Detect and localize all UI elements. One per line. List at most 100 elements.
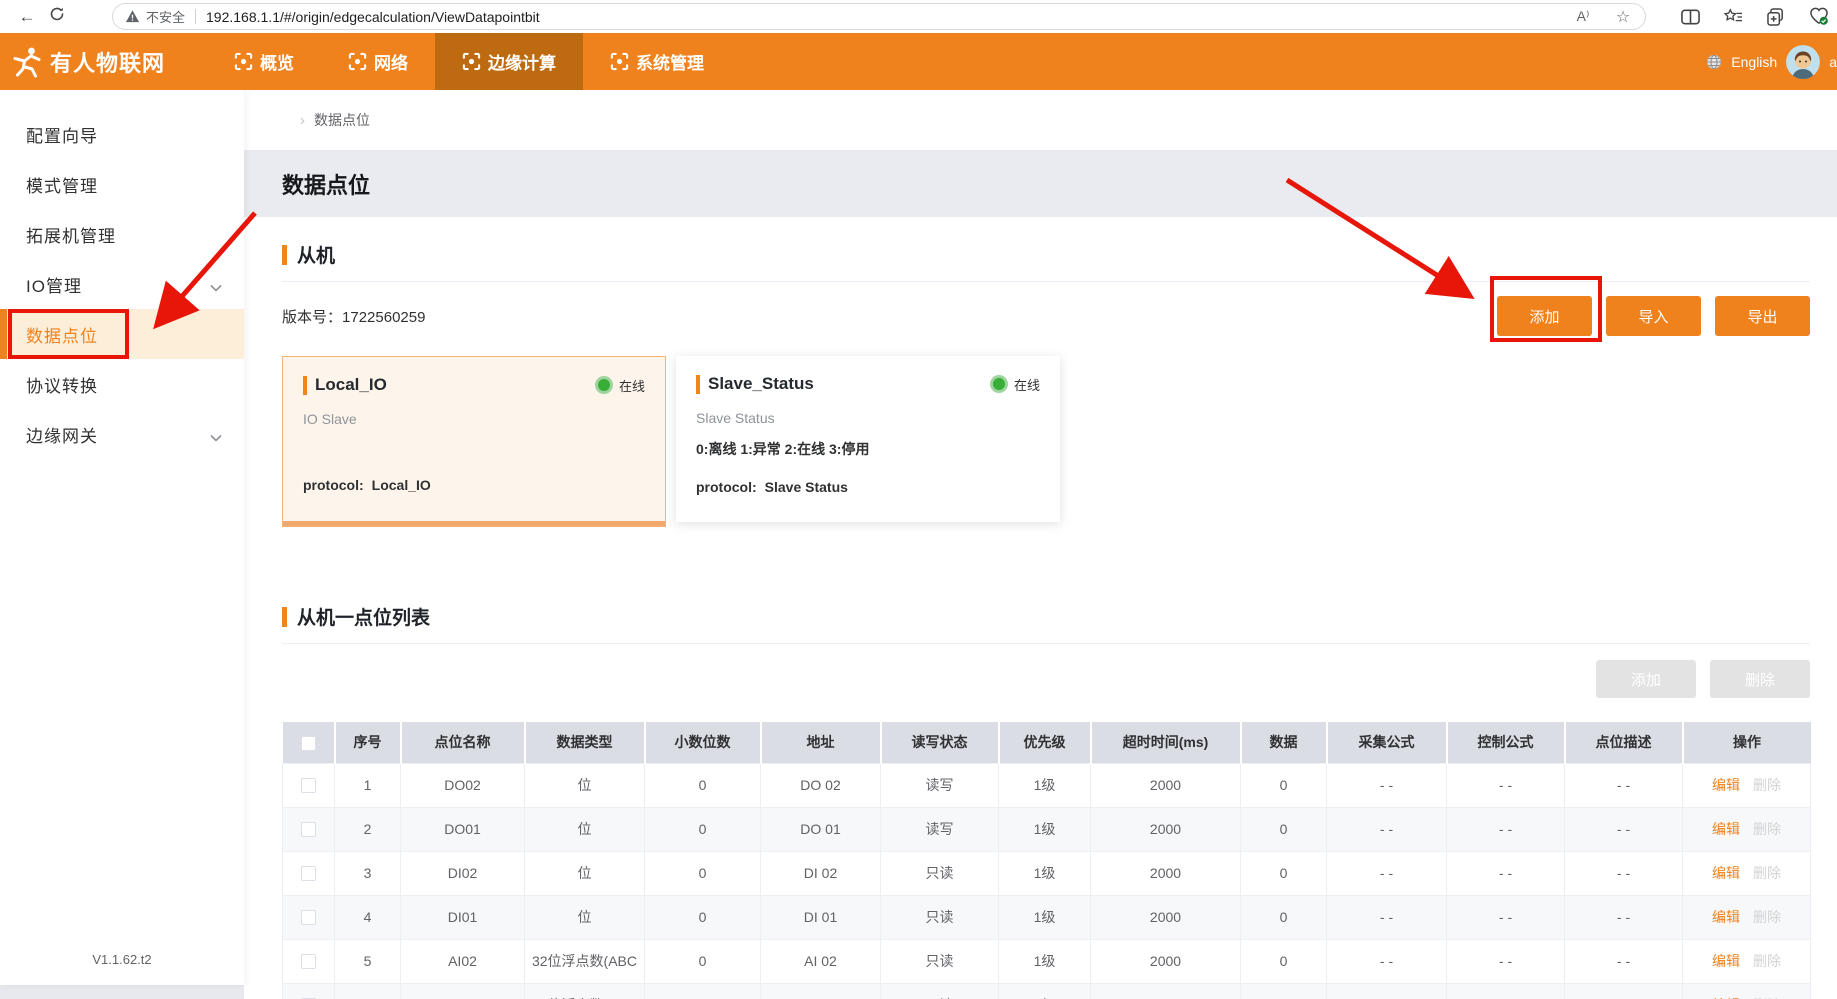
favorite-star-icon[interactable]: ☆ — [1613, 7, 1633, 27]
row-checkbox[interactable] — [301, 954, 316, 969]
sidebar-item-5[interactable]: 协议转换 — [0, 359, 244, 409]
brand-logo-icon — [10, 45, 44, 79]
brand-name: 有人物联网 — [50, 46, 165, 78]
delete-link[interactable]: 删除 — [1753, 821, 1781, 837]
table-cell: 只读 — [881, 939, 999, 983]
breadcrumb-item[interactable]: 数据点位 — [314, 110, 370, 130]
site-security[interactable]: 不安全 — [125, 7, 185, 26]
collections-add-icon[interactable] — [1766, 7, 1786, 27]
slave-card-local-io[interactable]: Local_IO 在线 IO Slave protocol:Local_IO — [282, 356, 666, 527]
browser-back-icon[interactable]: ← — [12, 7, 42, 27]
table-cell: 只读 — [881, 851, 999, 895]
table-cell: - - — [1447, 895, 1565, 939]
edit-link[interactable]: 编辑 — [1712, 865, 1740, 881]
point-add-button-disabled[interactable]: 添加 — [1596, 660, 1696, 698]
scan-icon — [348, 52, 367, 71]
table-cell: 0 — [1241, 851, 1327, 895]
sidebar-footer-strip — [0, 985, 244, 999]
security-label: 不安全 — [146, 7, 185, 26]
sidebar-menu: 配置向导模式管理拓展机管理IO管理数据点位协议转换边缘网关 — [0, 90, 244, 459]
edit-link[interactable]: 编辑 — [1712, 909, 1740, 925]
chevron-right-icon: › — [300, 112, 305, 129]
nav-tabs: 概览网络边缘计算系统管理 — [207, 33, 731, 90]
url-text[interactable]: 192.168.1.1/#/origin/edgecalculation/Vie… — [206, 9, 1573, 25]
favorites-bar-icon[interactable] — [1723, 7, 1743, 27]
table-cell: - - — [1447, 807, 1565, 851]
actions-cell: 编辑删除 — [1683, 983, 1811, 999]
sidebar-item-6[interactable]: 边缘网关 — [0, 409, 244, 459]
slave-card-slave-status[interactable]: Slave_Status 在线 Slave Status 0:离线 1:异常 2… — [676, 356, 1060, 522]
slave-add-button[interactable]: 添加 — [1497, 296, 1592, 336]
edit-link[interactable]: 编辑 — [1712, 821, 1740, 837]
nav-tab-2[interactable]: 边缘计算 — [435, 33, 583, 90]
slave-section-title: 从机 — [297, 241, 335, 268]
sidebar-item-3[interactable]: IO管理 — [0, 259, 244, 309]
table-cell: - - — [1447, 763, 1565, 807]
actions-cell: 编辑删除 — [1683, 895, 1811, 939]
table-cell: 5 — [335, 939, 401, 983]
table-cell: 1 — [335, 763, 401, 807]
chevron-down-icon — [210, 427, 222, 447]
table-cell: 位 — [525, 851, 645, 895]
slave-range — [303, 440, 645, 457]
sidebar-item-0[interactable]: 配置向导 — [0, 109, 244, 159]
row-checkbox[interactable] — [301, 778, 316, 793]
row-checkbox[interactable] — [301, 910, 316, 925]
sidebar-item-1[interactable]: 模式管理 — [0, 159, 244, 209]
brand[interactable]: 有人物联网 — [10, 45, 165, 79]
row-checkbox[interactable] — [301, 866, 316, 881]
edit-link[interactable]: 编辑 — [1712, 777, 1740, 793]
sidebar-item-4[interactable]: 数据点位 — [0, 309, 244, 359]
language-switch[interactable]: English — [1731, 54, 1777, 70]
scan-icon — [462, 52, 481, 71]
split-screen-icon[interactable] — [1680, 7, 1700, 27]
table-cell: DI02 — [401, 851, 525, 895]
warning-icon — [125, 9, 140, 24]
table-cell: 0 — [645, 983, 761, 999]
nav-tab-3[interactable]: 系统管理 — [583, 33, 731, 90]
table-cell: 读写 — [881, 763, 999, 807]
table-cell: AI 01 — [761, 983, 881, 999]
table-cell: 0 — [1241, 895, 1327, 939]
table-cell: 0 — [645, 939, 761, 983]
table-cell: - - — [1327, 763, 1447, 807]
slave-export-button[interactable]: 导出 — [1715, 296, 1810, 336]
column-header-5: 读写状态 — [881, 722, 999, 763]
table-cell: DO 01 — [761, 807, 881, 851]
point-delete-button-disabled[interactable]: 删除 — [1710, 660, 1810, 698]
row-checkbox[interactable] — [301, 822, 316, 837]
browser-essentials-icon[interactable] — [1809, 7, 1829, 27]
slave-range: 0:离线 1:异常 2:在线 3:停用 — [696, 439, 1040, 459]
nav-tab-0[interactable]: 概览 — [207, 33, 321, 90]
nav-tab-1[interactable]: 网络 — [321, 33, 435, 90]
address-bar[interactable]: 不安全 192.168.1.1/#/origin/edgecalculation… — [112, 3, 1646, 30]
table-cell: - - — [1327, 983, 1447, 999]
card-bar — [303, 376, 307, 395]
column-header-12: 操作 — [1683, 722, 1811, 763]
column-header-9: 采集公式 — [1327, 722, 1447, 763]
delete-link[interactable]: 删除 — [1753, 865, 1781, 881]
table-cell: 1级 — [999, 763, 1091, 807]
column-header-0: 序号 — [335, 722, 401, 763]
select-all-checkbox[interactable] — [301, 736, 316, 751]
read-aloud-icon[interactable]: A⁾ — [1573, 7, 1593, 27]
delete-link[interactable]: 删除 — [1753, 909, 1781, 925]
table-cell: 2000 — [1091, 983, 1241, 999]
avatar[interactable] — [1786, 45, 1820, 79]
table-cell: 0 — [645, 807, 761, 851]
table-cell: 0 — [645, 763, 761, 807]
main-content: › 数据点位 数据点位 从机 版本号：1722560259 添加 导入 导出 L… — [244, 90, 1837, 999]
username[interactable]: a — [1829, 54, 1837, 70]
edit-link[interactable]: 编辑 — [1712, 953, 1740, 969]
slave-import-button[interactable]: 导入 — [1606, 296, 1701, 336]
section-bar — [282, 607, 287, 627]
delete-link[interactable]: 删除 — [1753, 777, 1781, 793]
slave-protocol: protocol:Local_IO — [303, 477, 645, 493]
chevron-down-icon — [210, 277, 222, 297]
scan-icon — [234, 52, 253, 71]
delete-link[interactable]: 删除 — [1753, 953, 1781, 969]
points-table-body: 1DO02位0DO 02读写1级20000- -- -- -编辑删除2DO01位… — [283, 763, 1811, 999]
sidebar-item-2[interactable]: 拓展机管理 — [0, 209, 244, 259]
browser-refresh-icon[interactable] — [42, 6, 72, 27]
table-cell: 2000 — [1091, 895, 1241, 939]
